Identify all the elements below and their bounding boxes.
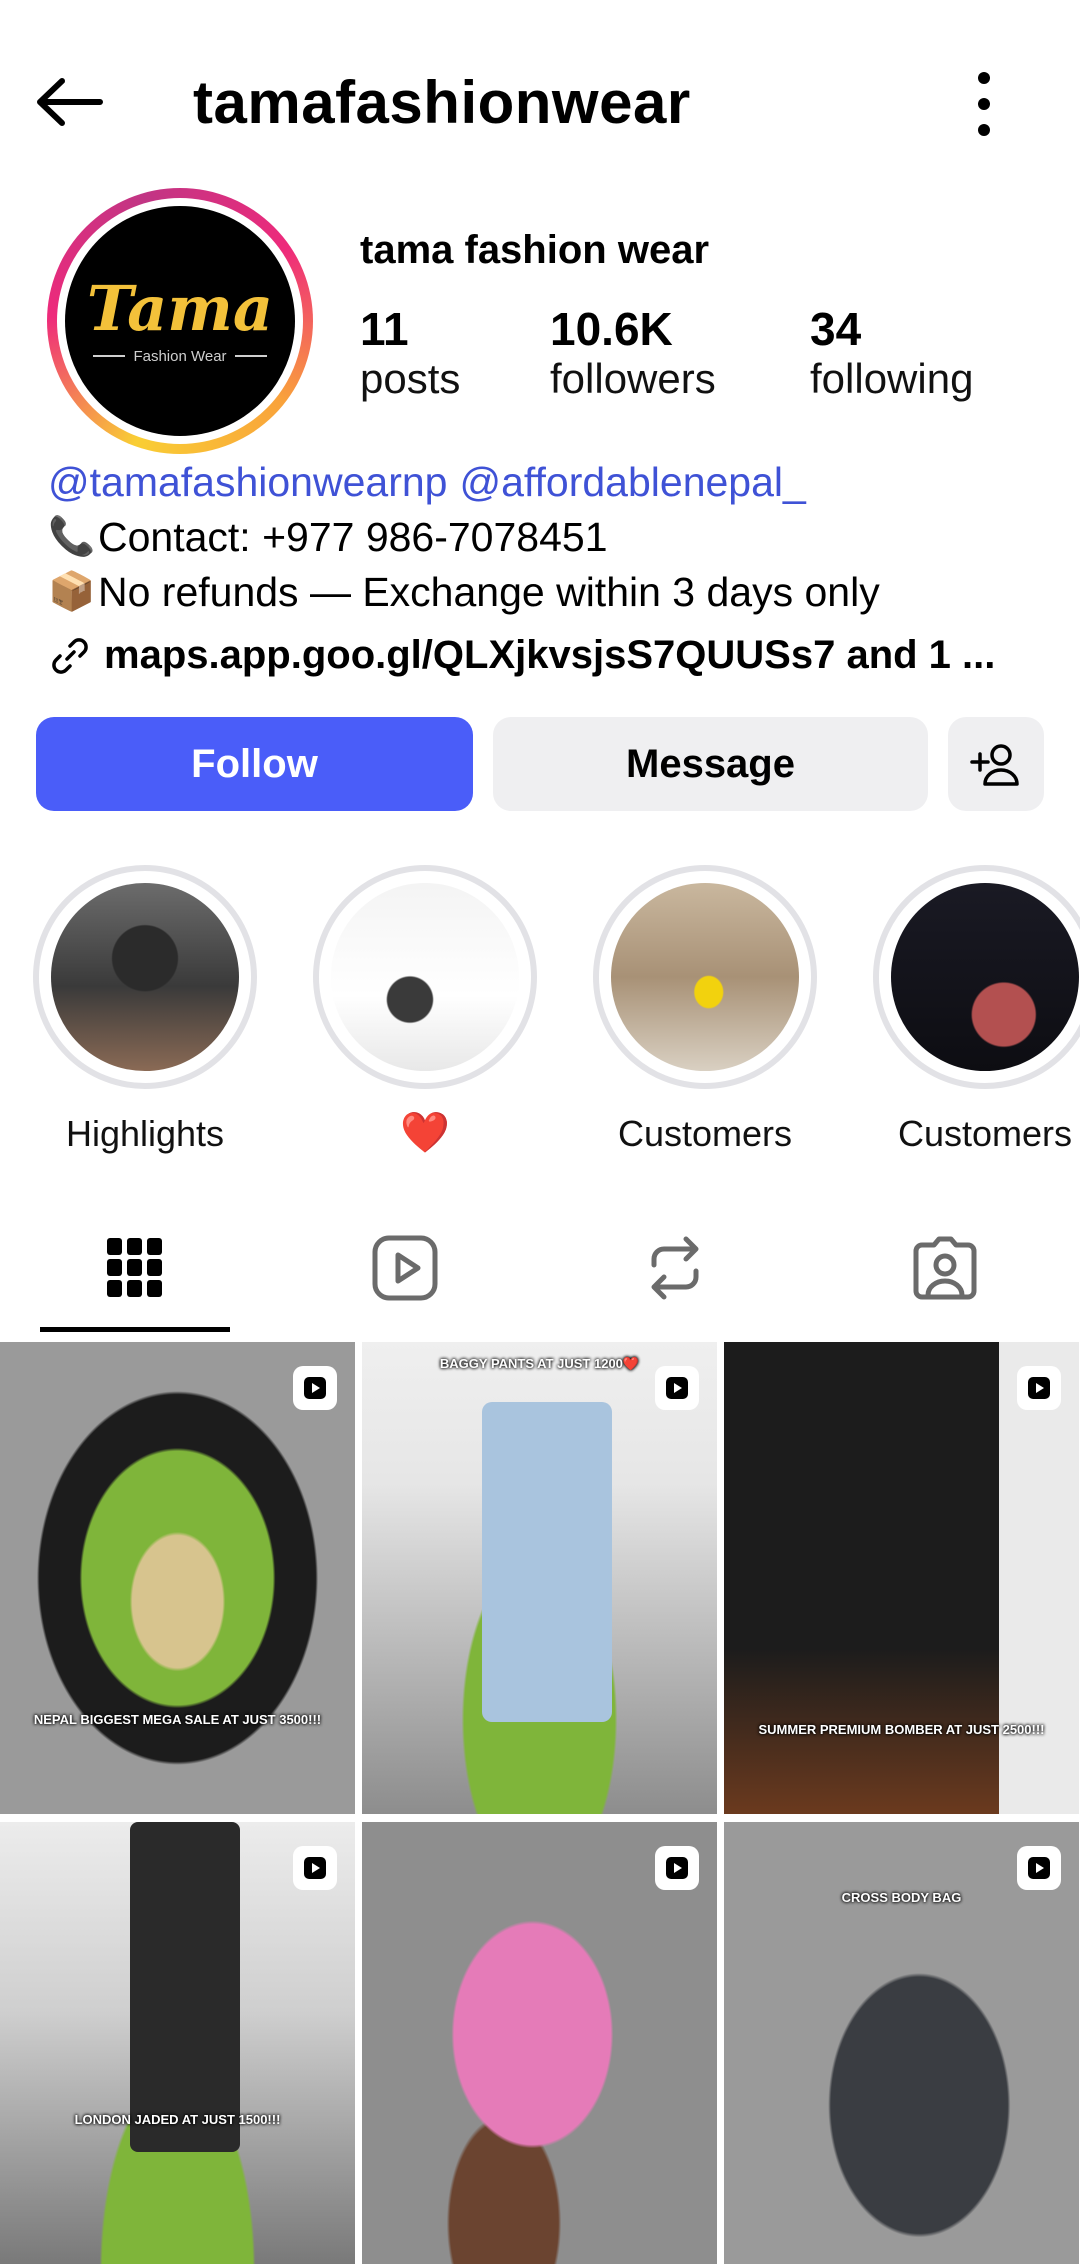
follow-button[interactable]: Follow [36, 717, 473, 811]
add-person-icon [970, 744, 1019, 786]
post-image-jeans [482, 1402, 612, 1722]
profile-tabs [0, 1205, 1080, 1335]
highlight-cover [331, 883, 519, 1071]
suggested-users-button[interactable] [948, 717, 1044, 811]
post-caption: SUMMER PREMIUM BOMBER AT JUST 2500!!! [758, 1722, 1045, 1737]
posts-grid: NEPAL BIGGEST MEGA SALE AT JUST 3500!!! … [0, 1342, 1080, 2264]
posts-count[interactable]: 11 posts [360, 305, 550, 406]
mention-link[interactable]: @tamafashionwearnp [48, 455, 447, 510]
website-link[interactable]: maps.app.goo.gl/QLXjkvsjsS7QUUSs7 and 1 … [104, 628, 995, 683]
bio-policy: 📦 No refunds — Exchange within 3 days on… [48, 565, 1048, 620]
highlight-item[interactable]: ❤️ [310, 865, 540, 1153]
highlight-label: Highlights [65, 1113, 225, 1154]
more-dot-icon [978, 124, 990, 136]
reel-icon [655, 1846, 699, 1890]
tab-posts-grid[interactable] [40, 1205, 230, 1330]
stat-label: following [810, 355, 974, 403]
post-image-pants [130, 1822, 240, 2152]
stat-value: 34 [810, 303, 862, 355]
highlight-cover [51, 883, 239, 1071]
mention-link[interactable]: @affordablenepal_ [459, 455, 805, 510]
bio-mentions: @tamafashionwearnp @affordablenepal_ [48, 455, 1048, 510]
post-thumbnail[interactable]: SUMMER PREMIUM BOMBER AT JUST 2500!!! [724, 1342, 1079, 1814]
display-name: tama fashion wear [360, 228, 710, 272]
profile-stats: 11 posts 10.6K followers 34 following [360, 305, 1030, 406]
highlight-ring [593, 865, 817, 1089]
reel-icon [1017, 1366, 1061, 1410]
post-thumbnail[interactable]: BAGGY PANTS AT JUST 1200❤️ [362, 1342, 717, 1814]
page-title: tamafashionwear [193, 69, 691, 136]
post-caption: LONDON JADED AT JUST 1500!!! [74, 2112, 281, 2127]
stat-label: posts [360, 355, 461, 403]
policy-text: No refunds — Exchange within 3 days only [98, 569, 880, 615]
tab-reels[interactable] [310, 1205, 500, 1330]
tagged-person-icon [913, 1236, 977, 1299]
reel-icon [293, 1846, 337, 1890]
post-thumbnail[interactable]: CROSS BODY BAG [724, 1822, 1079, 2264]
logo-text: Tama [86, 271, 274, 345]
avatar-frame: Tama Fashion Wear [57, 198, 303, 444]
tab-tagged[interactable] [850, 1205, 1040, 1330]
contact-text: Contact: +977 986-7078451 [98, 514, 608, 560]
highlight-ring [33, 865, 257, 1089]
stat-value: 10.6K [550, 303, 673, 355]
highlight-label: Customers [897, 1113, 1073, 1154]
bio-contact: 📞 Contact: +977 986-7078451 [48, 510, 1048, 565]
post-thumbnail[interactable] [362, 1822, 717, 2264]
logo-subtitle: Fashion Wear [93, 347, 267, 365]
post-caption: CROSS BODY BAG [841, 1890, 962, 1905]
highlight-ring [873, 865, 1080, 1089]
post-image-shelf [999, 1342, 1079, 1814]
post-thumbnail[interactable]: NEPAL BIGGEST MEGA SALE AT JUST 3500!!! [0, 1342, 355, 1814]
phone-emoji: 📞 [48, 516, 96, 558]
highlight-cover [611, 883, 799, 1071]
more-options-button[interactable] [960, 72, 1008, 136]
logo-subtitle-text: Fashion Wear [133, 347, 227, 365]
more-dot-icon [978, 72, 990, 84]
highlight-label: Customers [617, 1113, 793, 1154]
message-button[interactable]: Message [493, 717, 928, 811]
highlight-item[interactable]: Highlights [30, 865, 260, 1155]
post-thumbnail[interactable]: LONDON JADED AT JUST 1500!!! [0, 1822, 355, 2264]
avatar-logo: Tama Fashion Wear [65, 206, 295, 436]
stat-value: 11 [360, 303, 409, 355]
highlight-item[interactable]: Customers [870, 865, 1080, 1155]
reel-icon [1017, 1846, 1061, 1890]
repost-icon [651, 1236, 699, 1299]
bio-link-row[interactable]: maps.app.goo.gl/QLXjkvsjsS7QUUSs7 and 1 … [48, 628, 1048, 683]
reel-icon [655, 1366, 699, 1410]
heart-icon: ❤️ [400, 1111, 450, 1155]
grid-icon [107, 1237, 162, 1297]
active-tab-indicator [40, 1327, 230, 1332]
reels-play-icon [372, 1235, 438, 1300]
tab-reposts[interactable] [580, 1205, 770, 1330]
highlight-ring [313, 865, 537, 1089]
top-bar: tamafashionwear [0, 0, 1080, 210]
link-icon [48, 634, 104, 678]
bio: @tamafashionwearnp @affordablenepal_ 📞 C… [48, 455, 1048, 683]
reel-icon [293, 1366, 337, 1410]
story-highlights: Highlights ❤️ Customers Customers [0, 865, 1080, 1155]
stat-label: followers [550, 355, 716, 403]
following-count[interactable]: 34 following [810, 305, 1030, 406]
highlight-cover [891, 883, 1079, 1071]
back-arrow-icon [37, 78, 103, 126]
highlight-item[interactable]: Customers [590, 865, 820, 1155]
post-caption: NEPAL BIGGEST MEGA SALE AT JUST 3500!!! [33, 1712, 322, 1727]
followers-count[interactable]: 10.6K followers [550, 305, 810, 406]
more-dot-icon [978, 98, 990, 110]
back-button[interactable] [34, 72, 110, 132]
post-caption: BAGGY PANTS AT JUST 1200❤️ [439, 1356, 640, 1371]
profile-avatar[interactable]: Tama Fashion Wear [47, 188, 313, 454]
package-emoji: 📦 [48, 571, 96, 613]
